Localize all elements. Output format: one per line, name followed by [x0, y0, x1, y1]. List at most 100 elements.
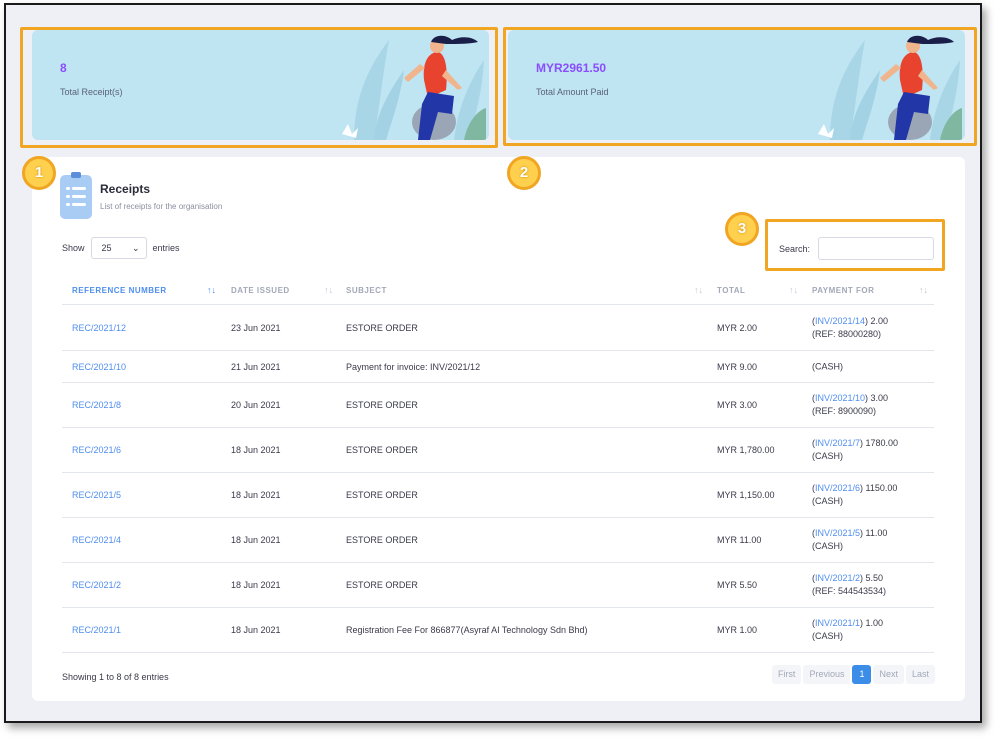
sort-arrows-icon[interactable]: ↑↓	[324, 285, 333, 295]
search-input[interactable]	[818, 237, 934, 260]
total: MYR 5.50	[717, 580, 758, 590]
subject: ESTORE ORDER	[346, 322, 418, 333]
payment-for: (INV/2021/1) 1.00 (CASH)	[812, 618, 884, 641]
payment-note: (REF: 8900090)	[812, 406, 877, 416]
payment-for: (INV/2021/10) 3.00 (REF: 8900090)	[812, 393, 889, 416]
page-length-select[interactable]: 25 ⌄	[90, 237, 147, 259]
previous-page-button[interactable]: Previous	[803, 665, 851, 684]
page-title: Receipts	[100, 182, 151, 196]
total-receipts-value: 8	[60, 61, 67, 75]
subject: ESTORE ORDER	[346, 490, 418, 500]
table-row: REC/2021/5 18 Jun 2021 ESTORE ORDER MYR …	[62, 473, 934, 518]
column-header-date[interactable]: DATE ISSUED	[231, 286, 290, 295]
payment-amount: 1780.00	[865, 438, 899, 448]
pagination: First Previous 1 Next Last	[771, 665, 935, 684]
table-header: REFERENCE NUMBER ↑↓ DATE ISSUED ↑↓ SUBJE…	[62, 279, 934, 305]
woman-sitting-illustration	[818, 35, 962, 140]
payment-for: (CASH)	[812, 360, 843, 373]
payment-amount: 1150.00	[865, 483, 898, 493]
table-row: REC/2021/1 18 Jun 2021 Registration Fee …	[62, 608, 934, 653]
entries-label: entries	[152, 243, 180, 253]
first-page-button[interactable]: First	[771, 665, 802, 684]
date-issued: 23 Jun 2021	[231, 322, 281, 333]
table-row: REC/2021/6 18 Jun 2021 ESTORE ORDER MYR …	[62, 428, 934, 473]
subject: ESTORE ORDER	[346, 400, 418, 410]
payment-for: (INV/2021/7) 1780.00 (CASH)	[812, 438, 899, 461]
show-label: Show	[62, 243, 85, 253]
reference-link[interactable]: REC/2021/4	[72, 535, 121, 545]
payment-note: (CASH)	[812, 361, 843, 371]
total-amount-card: MYR2961.50 Total Amount Paid	[508, 30, 965, 140]
payment-note: (REF: 544543534)	[812, 586, 887, 596]
payment-for: (INV/2021/5) 11.00 (CASH)	[812, 528, 888, 551]
invoice-link[interactable]: INV/2021/1	[815, 618, 860, 628]
reference-link[interactable]: REC/2021/6	[72, 445, 121, 455]
next-page-button[interactable]: Next	[873, 665, 904, 684]
table-row: REC/2021/2 18 Jun 2021 ESTORE ORDER MYR …	[62, 563, 934, 608]
payment-amount: 3.00	[870, 393, 889, 403]
page-1-button[interactable]: 1	[852, 665, 872, 684]
date-issued: 18 Jun 2021	[231, 580, 281, 590]
payment-note: (CASH)	[812, 541, 843, 551]
reference-link[interactable]: REC/2021/10	[72, 362, 126, 372]
column-header-reference[interactable]: REFERENCE NUMBER	[72, 286, 167, 295]
callout-badge: 2	[507, 156, 541, 190]
app-window: 8 Total Receipt(s) MYR2961.50 Total Amou…	[4, 3, 982, 723]
chevron-down-icon: ⌄	[131, 242, 140, 253]
date-issued: 20 Jun 2021	[231, 400, 281, 410]
total: MYR 11.00	[717, 535, 762, 545]
column-header-total[interactable]: TOTAL	[717, 286, 745, 295]
total: MYR 1,780.00	[717, 445, 775, 455]
invoice-link[interactable]: INV/2021/6	[815, 483, 860, 493]
receipts-panel: Receipts List of receipts for the organi…	[32, 157, 965, 701]
sort-arrows-icon[interactable]: ↑↓	[919, 285, 928, 295]
date-issued: 21 Jun 2021	[231, 361, 281, 372]
subject: ESTORE ORDER	[346, 580, 418, 590]
payment-amount: 2.00	[870, 315, 889, 326]
column-header-payment[interactable]: PAYMENT FOR	[812, 286, 874, 295]
reference-link[interactable]: REC/2021/5	[72, 490, 121, 500]
reference-link[interactable]: REC/2021/12	[72, 323, 126, 333]
subject: ESTORE ORDER	[346, 445, 418, 455]
sort-arrows-icon[interactable]: ↑↓	[207, 285, 216, 295]
sort-arrows-icon[interactable]: ↑↓	[789, 285, 798, 295]
page-length-value: 25	[101, 243, 112, 253]
payment-for: (INV/2021/6) 1150.00 (CASH)	[812, 483, 898, 506]
payment-amount: 5.50	[865, 573, 884, 583]
invoice-link[interactable]: INV/2021/10	[815, 393, 865, 403]
last-page-button[interactable]: Last	[905, 665, 935, 684]
clipboard-list-icon	[60, 172, 92, 219]
table-row: REC/2021/4 18 Jun 2021 ESTORE ORDER MYR …	[62, 518, 934, 563]
table-info: Showing 1 to 8 of 8 entries	[62, 672, 169, 682]
sort-arrows-icon[interactable]: ↑↓	[694, 285, 703, 295]
payment-for: (INV/2021/14) 2.00 (REF: 88000280)	[812, 315, 889, 339]
total: MYR 9.00	[717, 361, 758, 372]
invoice-link[interactable]: INV/2021/14	[815, 316, 865, 326]
total-amount-value: MYR2961.50	[536, 61, 607, 75]
callout-badge: 1	[22, 156, 56, 190]
total-amount-label: Total Amount Paid	[536, 87, 609, 97]
total: MYR 3.00	[717, 400, 758, 410]
page-length-control: Show 25 ⌄ entries	[62, 237, 180, 259]
invoice-link[interactable]: INV/2021/5	[815, 528, 860, 538]
table-row: REC/2021/10 21 Jun 2021 Payment for invo…	[62, 351, 934, 383]
reference-link[interactable]: REC/2021/8	[72, 400, 121, 410]
woman-sitting-illustration	[342, 35, 486, 140]
column-header-subject[interactable]: SUBJECT	[346, 286, 387, 295]
reference-link[interactable]: REC/2021/2	[72, 580, 121, 590]
callout-badge: 3	[725, 212, 759, 246]
subject: Payment for invoice: INV/2021/12	[346, 361, 481, 372]
page-subtitle: List of receipts for the organisation	[100, 202, 223, 211]
date-issued: 18 Jun 2021	[231, 490, 281, 500]
payment-amount: 1.00	[865, 618, 884, 628]
invoice-link[interactable]: INV/2021/7	[815, 438, 860, 448]
date-issued: 18 Jun 2021	[231, 625, 281, 635]
subject: ESTORE ORDER	[346, 535, 418, 545]
reference-link[interactable]: REC/2021/1	[72, 625, 121, 635]
invoice-link[interactable]: INV/2021/2	[815, 573, 860, 583]
table-row: REC/2021/8 20 Jun 2021 ESTORE ORDER MYR …	[62, 383, 934, 428]
search-label: Search:	[779, 244, 811, 254]
total: MYR 1,150.00	[717, 490, 775, 500]
total: MYR 1.00	[717, 625, 758, 635]
date-issued: 18 Jun 2021	[231, 445, 281, 455]
